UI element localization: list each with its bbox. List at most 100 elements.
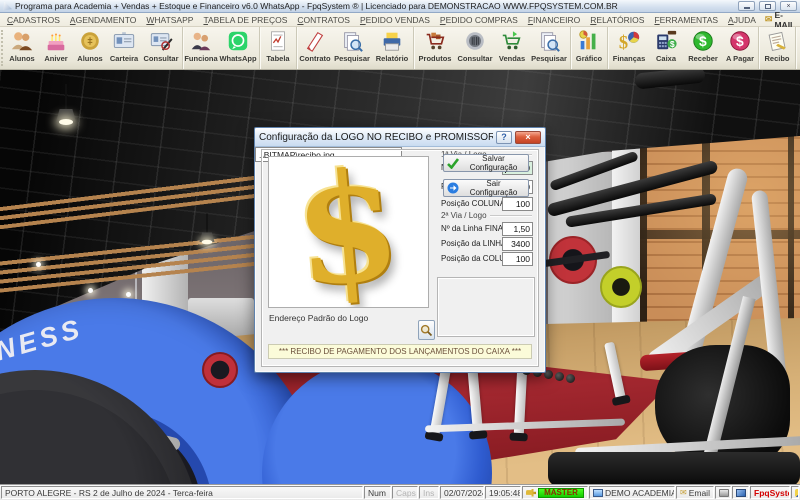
help-icon: ? [501,132,507,142]
dumbbell [566,374,575,383]
menu-whatsapp[interactable]: WHATSAPP [141,14,198,26]
id-card-search-icon [150,33,173,51]
status-time: 19:05:48 [485,486,521,499]
whatsapp-icon [228,31,248,51]
status-brand-label: FpqSystem [754,487,789,498]
close-icon: × [525,132,531,142]
toolbar-button-vendas[interactable]: Vendas [495,27,529,69]
toolbar-group-contracts: Contrato Pesquisar Relatório [297,27,414,69]
dialog-titlebar[interactable]: Configuração da LOGO NO RECIBO e PROMISS… [255,128,545,147]
toolbar-button-pesquisar-vendas[interactable]: Pesquisar [529,27,569,69]
toolbar-button-alunos[interactable]: Alunos [5,27,39,69]
toolbar-group-table: Tabela [260,27,297,69]
field-value: 3400 [511,239,530,249]
toolbar-label: Aniver [44,54,68,63]
search-docs-icon [344,32,363,52]
dialog-footer-note: *** RECIBO DE PAGAMENTO DOS LANÇAMENTOS … [268,344,532,359]
toolbar-gripper [1,30,3,66]
toolbar-group-students: Alunos Aniver Alunos Carteira Consultar [4,27,183,69]
toolbar-button-produtos[interactable]: Produtos [415,27,455,69]
field-input-posicao-da-coluna[interactable]: 100 [502,252,533,266]
toolbar-label: Funciona [184,54,218,63]
toolbar-label: Produtos [418,54,452,63]
dialog-title: Configuração da LOGO NO RECIBO e PROMISS… [259,131,493,143]
menu-relatorios[interactable]: RELATÓRIOS [585,14,649,26]
toolbar-button-consultar-carteira[interactable]: Consultar [141,27,181,69]
toolbar-button-whatsapp[interactable]: WhatsApp [218,27,258,69]
status-bar: PORTO ALEGRE - RS 2 de Julho de 2024 - T… [0,484,800,500]
computer-icon [593,488,603,497]
toolbar-label: Receber [688,54,718,63]
toolbar-button-caixa[interactable]: $ Caixa [649,27,683,69]
magnifier-icon [420,324,433,336]
toolbar-button-aniver[interactable]: Aniver [39,27,73,69]
status-user: MASTER [538,487,584,498]
toolbar-label: WhatsApp [219,54,257,63]
dialog-close-button[interactable]: × [515,130,541,144]
status-brand: FpqSystem [750,486,790,499]
status-app-panel [791,486,799,499]
menu-pedido-vendas[interactable]: PEDIDO VENDAS [355,14,435,26]
app-icon [3,1,12,11]
menu-contratos[interactable]: CONTRATOS [292,14,355,26]
email-icon: ✉ [764,14,773,24]
status-system: DEMO ACADEMIA 6.0 [605,487,675,498]
toolbar-button-relatorio[interactable]: Relatório [372,27,412,69]
restore-icon [764,3,771,9]
browse-logo-button[interactable] [418,320,435,340]
exit-config-button[interactable]: Sair Configuração [443,179,529,197]
field-input-linha-final[interactable]: 1,50 [502,222,533,236]
toolbar-button-contrato[interactable]: Contrato [298,27,332,69]
svg-text:$: $ [670,39,675,49]
toolbar-button-a-pagar[interactable]: $ A Pagar [723,27,757,69]
toolbar-button-grafico[interactable]: Gráfico [572,27,606,69]
contract-icon [306,31,324,52]
status-user-panel: MASTER [522,486,588,499]
dialog-help-button[interactable]: ? [496,130,512,144]
minimize-button[interactable] [738,1,755,11]
toolbar-label: Alunos [9,54,35,63]
dollar-logo: $ [287,156,407,308]
field-value: 1,50 [513,224,530,234]
menu-cadastros[interactable]: CADASTROS [2,14,65,26]
status-email[interactable]: ✉ Email [676,486,714,499]
close-icon: × [786,2,791,10]
status-printer[interactable] [715,486,731,499]
field-value: 100 [515,199,530,209]
toolbar-button-carteira[interactable]: Carteira [107,27,141,69]
menu-pedido-compras[interactable]: PEDIDO COMPRAS [435,14,523,26]
toolbar-button-tabela[interactable]: Tabela [261,27,295,69]
toolbar-label: Carteira [109,54,139,63]
toolbar-button-alunos-coin[interactable]: Alunos [73,27,107,69]
save-config-button[interactable]: Salvar Configuração [443,154,529,172]
toolbar-label: Finanças [612,54,646,63]
toolbar-button-recibo[interactable]: Recibo [760,27,794,69]
status-date: 02/07/2024 [440,486,484,499]
pendant-lamp [199,213,215,247]
toolbar-label: Gráfico [575,54,603,63]
field-input-posicao-coluna[interactable]: 100 [502,197,533,211]
toolbar-button-funciona[interactable]: Funciona [184,27,218,69]
toolbar-group-finance: $ Finanças $ Caixa $ Receber $ A Pagar [608,27,759,69]
svg-text:$: $ [699,33,707,49]
toolbar-label: Recibo [764,54,790,63]
menu-tabela-de-precos[interactable]: TABELA DE PREÇOS [198,14,292,26]
menu-ferramentas[interactable]: FERRAMENTAS [649,14,723,26]
toolbar-button-financas[interactable]: $ Finanças [609,27,649,69]
wall-light [126,292,131,297]
field-input-posicao-da-linha[interactable]: 3400 [502,237,533,251]
toolbar-label: Pesquisar [334,54,370,63]
toolbar-button-receber[interactable]: $ Receber [683,27,723,69]
toolbar-button-consultar-estoque[interactable]: Consultar [455,27,495,69]
menu-ajuda[interactable]: AJUDA [723,14,761,26]
toolbar-button-pesquisar-contrato[interactable]: Pesquisar [332,27,372,69]
menu-agendamento[interactable]: AGENDAMENTO [65,14,141,26]
status-network[interactable] [732,486,749,499]
products-cart-icon [426,32,445,50]
toolbar-label: A Pagar [725,54,755,63]
report-icon [383,32,401,51]
menu-financeiro[interactable]: FINANCEIRO [523,14,585,26]
menu-bar: CADASTROS AGENDAMENTO WHATSAPP TABELA DE… [0,10,800,30]
finance-icon: $ [619,31,640,52]
logo-path-label: Endereço Padrão do Logo [269,313,369,323]
